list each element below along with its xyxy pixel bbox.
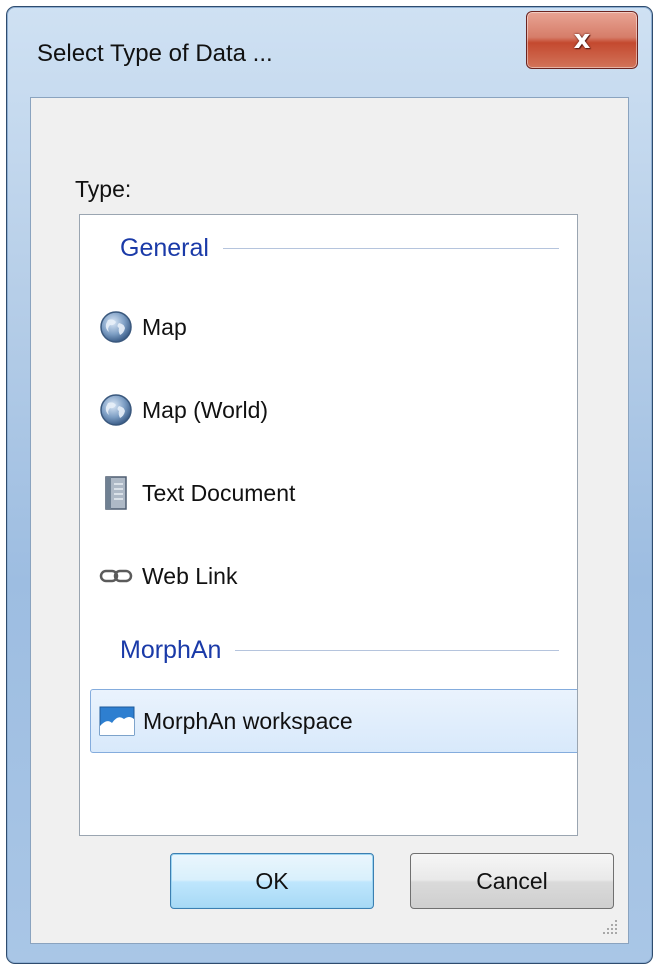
resize-grip-icon[interactable] — [598, 915, 620, 937]
group-divider — [222, 247, 559, 249]
link-icon — [98, 558, 134, 594]
list-item-label: Web Link — [142, 562, 238, 589]
window-title: Select Type of Data ... — [37, 40, 273, 67]
close-button[interactable]: x — [526, 11, 638, 69]
list-item-label: MorphAn workspace — [143, 707, 353, 734]
globe-icon — [98, 309, 134, 345]
workspace-icon — [99, 703, 135, 739]
list-item-morphan-workspace[interactable]: MorphAn workspace — [90, 689, 577, 753]
ok-button[interactable]: OK — [170, 853, 374, 909]
dialog-body: Type: General Map Map (World) Text Docum… — [30, 97, 629, 944]
list-item-label: Text Document — [142, 479, 296, 506]
group-divider — [235, 649, 559, 651]
list-item-map-world[interactable]: Map (World) — [90, 378, 577, 442]
type-label: Type: — [75, 176, 132, 202]
dialog-window: Select Type of Data ... x Type: General — [6, 6, 653, 964]
list-item-map[interactable]: Map — [90, 295, 577, 359]
group-header-label: MorphAn — [120, 635, 222, 664]
group-header-morphan: MorphAn — [120, 633, 559, 667]
list-item-web-link[interactable]: Web Link — [90, 544, 577, 608]
type-listbox[interactable]: General Map Map (World) Text Document We… — [79, 214, 578, 836]
cancel-button[interactable]: Cancel — [410, 853, 614, 909]
list-item-label: Map — [142, 313, 187, 340]
globe-icon — [98, 392, 134, 428]
group-header-label: General — [120, 233, 209, 262]
group-header-general: General — [120, 231, 559, 265]
title-bar[interactable]: Select Type of Data ... x — [7, 7, 652, 93]
document-icon — [98, 475, 134, 511]
list-item-label: Map (World) — [142, 396, 269, 423]
list-item-text-document[interactable]: Text Document — [90, 461, 577, 525]
close-icon: x — [573, 25, 591, 55]
